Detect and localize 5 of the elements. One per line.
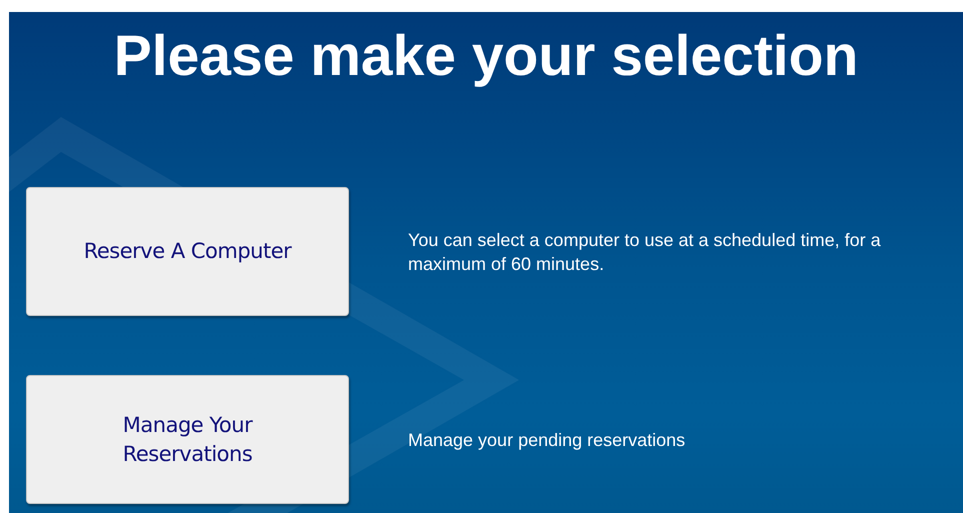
option-description: Manage your pending reservations: [408, 428, 686, 452]
option-description: You can select a computer to use at a scheduled time, for a maximum of 60 minutes.: [408, 228, 882, 276]
page-title: Please make your selection: [112, 23, 860, 89]
option-button[interactable]: Reserve A Computer: [26, 187, 349, 316]
option-button[interactable]: Manage Your Reservations: [26, 375, 349, 504]
